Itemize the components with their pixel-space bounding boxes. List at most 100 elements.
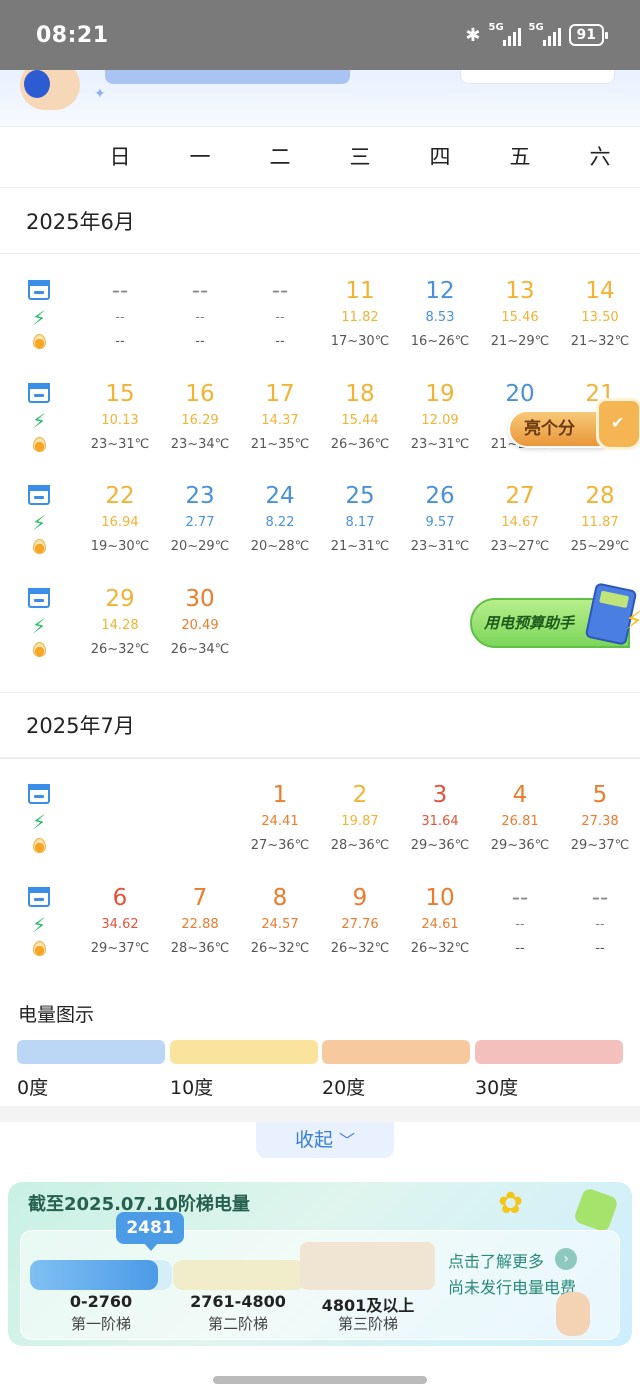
day-temperature: 26~32℃ — [330, 940, 390, 956]
calendar-day-cell[interactable]: 6 34.62 29~37℃ — [80, 883, 160, 983]
day-temperature: 19~30℃ — [90, 539, 150, 554]
day-temperature: -- — [195, 334, 205, 349]
tier-usage-card[interactable]: 截至2025.07.10阶梯电量 ✿ 2481 0-2760 第一阶梯 2761… — [8, 1182, 632, 1346]
calendar-day-cell[interactable]: 10 24.61 26~32℃ — [400, 883, 480, 983]
calendar-day-cell[interactable]: 22 16.94 19~30℃ — [80, 481, 160, 581]
day-number: 30 — [185, 585, 215, 612]
calendar-day-cell[interactable]: 29 14.28 26~32℃ — [80, 584, 160, 684]
calendar-day-cell[interactable]: 3 31.64 29~36℃ — [400, 780, 480, 880]
day-usage-value: 16.29 — [181, 412, 219, 428]
medal-icon — [596, 398, 640, 450]
tier-1-name: 第一阶梯 — [70, 1315, 131, 1333]
calendar-day-cell[interactable]: 4 26.81 29~36℃ — [480, 780, 560, 880]
pointing-hand-icon — [556, 1292, 590, 1336]
tier-2-bar — [173, 1260, 305, 1290]
calendar-day-cell[interactable]: 27 14.67 23~27℃ — [480, 481, 560, 581]
day-usage-value: 15.44 — [341, 412, 379, 428]
day-usage-value: 26.81 — [501, 814, 539, 829]
calendar-day-cell[interactable]: 14 13.50 21~32℃ — [560, 276, 640, 376]
current-usage-bubble: 2481 — [116, 1212, 184, 1251]
day-number: -- — [591, 884, 609, 911]
calendar-day-cell[interactable]: 25 8.17 21~31℃ — [320, 481, 400, 581]
day-number: 29 — [105, 585, 135, 612]
calendar-day-cell[interactable]: -- -- -- — [160, 276, 240, 376]
day-number: 6 — [112, 884, 128, 911]
day-temperature: 23~27℃ — [490, 539, 550, 554]
day-number: 1 — [272, 782, 288, 808]
tier-3-bar — [300, 1242, 435, 1290]
day-temperature: -- — [515, 940, 525, 956]
day-temperature: 29~37℃ — [570, 838, 630, 853]
calendar-day-cell[interactable]: 2 19.87 28~36℃ — [320, 780, 400, 880]
arrow-right-icon[interactable]: › — [555, 1248, 577, 1270]
day-usage-value: 13.50 — [581, 310, 619, 325]
calendar-day-cell[interactable]: 30 20.49 26~34℃ — [160, 584, 240, 684]
calendar-day-cell[interactable]: 8 24.57 26~32℃ — [240, 883, 320, 983]
calendar-day-cell[interactable]: 24 8.22 20~28℃ — [240, 481, 320, 581]
tier-2-range: 2761-4800 — [190, 1292, 286, 1311]
bluetooth-icon: ✱ — [465, 24, 481, 46]
day-number: 14 — [585, 278, 615, 304]
day-temperature: 17~30℃ — [330, 334, 390, 349]
day-temperature: 25~29℃ — [570, 539, 630, 554]
badge-icon — [572, 1186, 620, 1234]
day-number: -- — [271, 278, 289, 304]
temperature-drop-icon — [33, 838, 46, 853]
calendar-day-cell[interactable]: -- -- -- — [240, 276, 320, 376]
day-usage-value: 2.77 — [185, 515, 215, 530]
calendar-day-cell[interactable]: 15 10.13 23~31℃ — [80, 379, 160, 479]
calendar-day-cell[interactable]: -- -- -- — [480, 883, 560, 983]
day-usage-value: 24.41 — [261, 814, 299, 829]
day-usage-value: 14.37 — [261, 412, 299, 428]
day-usage-value: 19.87 — [341, 814, 379, 829]
calendar-day-cell[interactable]: 28 11.87 25~29℃ — [560, 481, 640, 581]
mascot-icon — [20, 70, 80, 110]
legend-label: 20度 — [322, 1077, 366, 1099]
day-number: 4 — [512, 782, 528, 808]
month-label: 2025年7月 — [26, 714, 135, 738]
calendar-day-cell[interactable]: 23 2.77 20~29℃ — [160, 481, 240, 581]
budget-assistant-badge[interactable]: 用电预算助手 ⚡ — [470, 582, 640, 650]
calendar-day-cell[interactable]: 9 27.76 26~32℃ — [320, 883, 400, 983]
calendar-day-cell[interactable]: 5 27.38 29~37℃ — [560, 780, 640, 880]
weekday-label: 六 — [589, 145, 611, 169]
day-usage-value: -- — [195, 310, 205, 325]
learn-more-link[interactable]: 点击了解更多 — [448, 1248, 544, 1272]
legend-color-bar — [475, 1040, 623, 1064]
day-number: 25 — [345, 483, 375, 509]
calendar-day-cell[interactable]: 1 24.41 27~36℃ — [240, 780, 320, 880]
calendar-day-cell[interactable]: 19 12.09 23~31℃ — [400, 379, 480, 479]
calendar-day-cell[interactable]: -- -- -- — [80, 276, 160, 376]
calendar-day-cell[interactable]: 16 16.29 23~34℃ — [160, 379, 240, 479]
calendar-day-cell[interactable]: 7 22.88 28~36℃ — [160, 883, 240, 983]
day-usage-value: 22.88 — [181, 916, 219, 932]
day-number: 15 — [105, 380, 135, 407]
day-number: 3 — [432, 782, 448, 808]
chevron-down-icon: ﹀ — [339, 1131, 356, 1150]
day-usage-value: 27.38 — [581, 814, 619, 829]
section-divider — [0, 692, 640, 693]
day-number: 5 — [592, 782, 608, 808]
legend-color-bar — [322, 1040, 470, 1064]
month-label: 2025年6月 — [26, 210, 135, 234]
day-temperature: 21~31℃ — [330, 539, 390, 554]
legend-color-bar — [170, 1040, 318, 1064]
banner-title — [105, 70, 350, 84]
calendar-day-cell[interactable]: 18 15.44 26~36℃ — [320, 379, 400, 479]
collapse-button[interactable]: 收起 ﹀ — [256, 1122, 394, 1158]
day-usage-value: 8.22 — [265, 515, 295, 530]
calendar-day-cell[interactable]: 11 11.82 17~30℃ — [320, 276, 400, 376]
calendar-day-cell[interactable]: 26 9.57 23~31℃ — [400, 481, 480, 581]
banner-button[interactable] — [460, 70, 615, 84]
calendar-day-cell[interactable]: 13 15.46 21~29℃ — [480, 276, 560, 376]
unbilled-note[interactable]: 尚未发行电量电费 — [448, 1274, 576, 1298]
calendar-day-cell[interactable]: -- -- -- — [560, 883, 640, 983]
day-usage-value: 24.57 — [261, 916, 299, 932]
day-number: 9 — [352, 884, 368, 911]
lightning-icon: ⚡ — [32, 511, 47, 535]
day-temperature: 26~36℃ — [330, 436, 390, 452]
calendar-day-cell[interactable]: 17 14.37 21~35℃ — [240, 379, 320, 479]
calendar-day-cell[interactable]: 12 8.53 16~26℃ — [400, 276, 480, 376]
home-indicator[interactable] — [213, 1376, 427, 1384]
liang-ge-fen-badge[interactable]: 亮个分 — [508, 398, 640, 458]
